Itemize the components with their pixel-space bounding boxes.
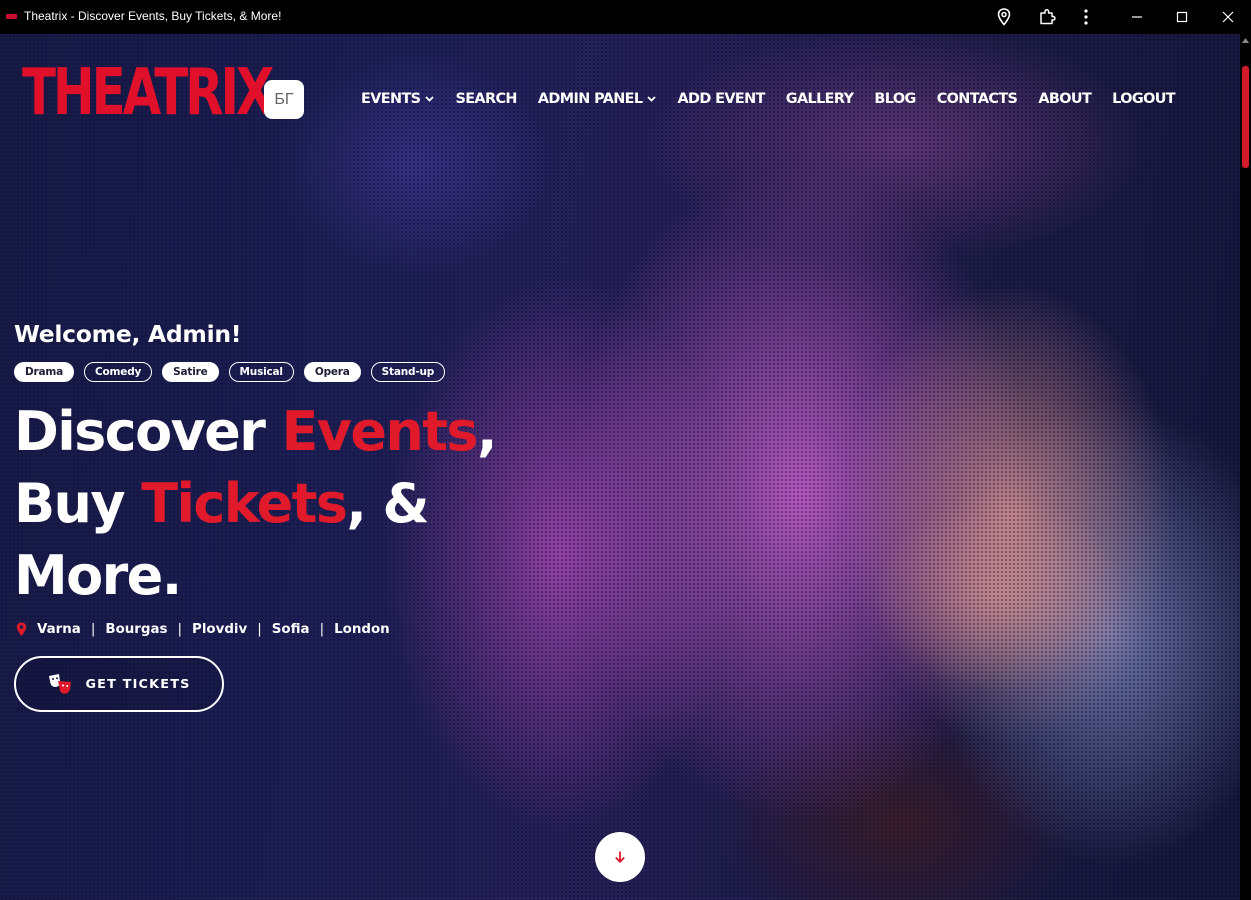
genre-tags: Drama Comedy Satire Musical Opera Stand-… xyxy=(14,362,455,382)
city-separator: | xyxy=(319,622,325,637)
location-icon[interactable] xyxy=(994,7,1014,27)
genre-tag-comedy[interactable]: Comedy xyxy=(84,362,153,382)
page-scrollbar[interactable] xyxy=(1240,34,1251,900)
headline-line-3: More. xyxy=(14,544,182,607)
main-navigation: EVENTS SEARCH ADMIN PANEL ADD EVENT GALL… xyxy=(361,86,1176,112)
headline-line-1: Discover Events, xyxy=(14,400,497,463)
city-plovdiv[interactable]: Plovdiv xyxy=(192,622,247,637)
nav-item-events[interactable]: EVENTS xyxy=(361,91,435,107)
chevron-down-icon xyxy=(647,96,657,102)
city-separator: | xyxy=(177,622,183,637)
chevron-down-icon xyxy=(425,96,435,102)
nav-item-logout[interactable]: LOGOUT xyxy=(1112,91,1175,107)
genre-tag-opera[interactable]: Opera xyxy=(303,362,361,382)
genre-tag-satire[interactable]: Satire xyxy=(162,362,219,382)
city-separator: | xyxy=(257,622,262,637)
more-vertical-icon[interactable] xyxy=(1076,7,1096,27)
get-tickets-button[interactable]: GET TICKETS xyxy=(14,656,224,712)
nav-item-contacts[interactable]: CONTACTS xyxy=(937,91,1018,107)
city-varna[interactable]: Varna xyxy=(37,622,81,637)
scroll-up-arrow-icon[interactable] xyxy=(1242,38,1249,43)
city-list: Varna | Bourgas | Plovdiv | Sofia | Lond… xyxy=(16,622,390,637)
hero-section: THEATRIX БГ EVENTS SEARCH ADMIN PANEL AD… xyxy=(0,34,1240,900)
hero-headline: Discover Events, Buy Tickets, & More. xyxy=(14,396,497,612)
welcome-heading: Welcome, Admin! xyxy=(14,320,242,348)
map-pin-icon xyxy=(16,622,27,636)
theater-masks-icon xyxy=(49,674,72,694)
nav-item-add-event[interactable]: ADD EVENT xyxy=(677,91,765,107)
app-favicon-icon xyxy=(6,14,17,19)
headline-accent-tickets: Tickets xyxy=(141,472,348,535)
nav-item-admin-panel[interactable]: ADMIN PANEL xyxy=(538,91,657,107)
window-title: Theatrix - Discover Events, Buy Tickets,… xyxy=(24,9,282,23)
scroll-down-button[interactable] xyxy=(595,832,645,882)
city-separator: | xyxy=(90,622,96,637)
city-london[interactable]: London xyxy=(334,622,390,637)
headline-line-2: Buy Tickets, & xyxy=(14,472,430,535)
minimize-icon[interactable] xyxy=(1127,7,1147,27)
site-logo[interactable]: THEATRIX xyxy=(22,58,274,128)
genre-tag-drama[interactable]: Drama xyxy=(14,362,75,382)
scrollbar-thumb[interactable] xyxy=(1242,66,1249,168)
city-sofia[interactable]: Sofia xyxy=(272,622,310,637)
city-bourgas[interactable]: Bourgas xyxy=(105,622,167,637)
maximize-icon[interactable] xyxy=(1172,7,1192,27)
close-icon[interactable] xyxy=(1218,7,1238,27)
window-titlebar: Theatrix - Discover Events, Buy Tickets,… xyxy=(0,0,1251,34)
language-toggle-button[interactable]: БГ xyxy=(264,80,304,119)
nav-item-search[interactable]: SEARCH xyxy=(455,91,517,107)
nav-item-blog[interactable]: BLOG xyxy=(874,91,916,107)
headline-accent-events: Events xyxy=(281,400,478,463)
arrow-down-icon xyxy=(615,851,625,864)
nav-item-gallery[interactable]: GALLERY xyxy=(786,91,854,107)
get-tickets-label: GET TICKETS xyxy=(85,676,191,692)
genre-tag-musical[interactable]: Musical xyxy=(228,362,294,382)
genre-tag-stand-up[interactable]: Stand-up xyxy=(370,362,446,382)
nav-item-about[interactable]: ABOUT xyxy=(1038,91,1091,107)
extension-icon[interactable] xyxy=(1037,7,1057,27)
